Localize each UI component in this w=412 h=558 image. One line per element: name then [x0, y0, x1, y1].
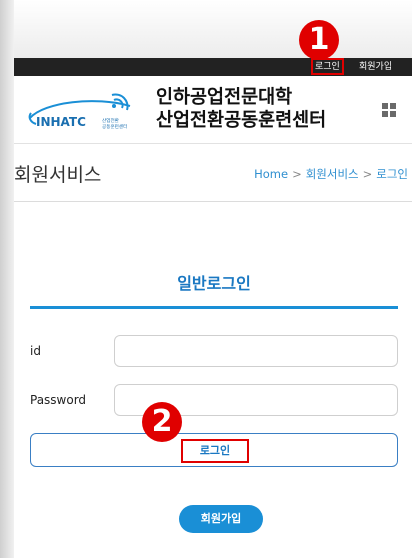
- breadcrumb-separator: >: [292, 167, 302, 181]
- page-subheader: 회원서비스 Home > 회원서비스 > 로그인: [14, 144, 412, 202]
- join-button[interactable]: 회원가입: [179, 505, 263, 533]
- login-button[interactable]: 로그인: [30, 433, 398, 467]
- window-shadow-top: [14, 0, 412, 58]
- site-header: INHATC 산업전환 공동훈련센터 인하공업전문대학 산업전환공동훈련센터: [14, 76, 412, 144]
- breadcrumb-home[interactable]: Home: [254, 167, 288, 181]
- site-title[interactable]: 인하공업전문대학 산업전환공동훈련센터: [156, 86, 326, 132]
- login-form: 일반로그인 id Password 로그인 회원가입: [30, 230, 398, 558]
- title-divider: [30, 306, 398, 309]
- utility-bar: 로그인 회원가입: [14, 58, 412, 76]
- breadcrumb-login[interactable]: 로그인: [376, 167, 408, 181]
- mobile-page: 로그인 회원가입 INHATC 산업전환 공동훈련센터 인하공업전문대학 산업전…: [14, 58, 412, 558]
- topbar-login-link[interactable]: 로그인: [311, 58, 344, 75]
- site-title-line2: 산업전환공동훈련센터: [156, 110, 327, 131]
- grid-menu-icon[interactable]: [382, 103, 396, 117]
- window-shadow-left: [0, 0, 14, 558]
- inhatc-logo[interactable]: INHATC 산업전환 공동훈련센터: [26, 86, 154, 132]
- login-form-title: 일반로그인: [177, 274, 251, 293]
- login-button-label: 로그인: [181, 439, 249, 463]
- page-title: 회원서비스: [14, 164, 102, 186]
- step-marker-2: 2: [142, 402, 182, 442]
- breadcrumb-separator: >: [362, 167, 373, 181]
- id-input[interactable]: [114, 335, 398, 367]
- breadcrumb-member-service[interactable]: 회원서비스: [306, 167, 359, 181]
- logo-subtext-2: 공동훈련센터: [102, 123, 127, 130]
- password-label: Password: [30, 393, 87, 407]
- logo-wordmark: INHATC: [36, 115, 86, 129]
- site-title-line1: 인하공업전문대학: [156, 87, 293, 108]
- topbar-join-link[interactable]: 회원가입: [359, 61, 392, 73]
- breadcrumb: Home > 회원서비스 > 로그인: [254, 166, 408, 182]
- logo-subtext-1: 산업전환: [102, 117, 120, 124]
- id-label: id: [30, 344, 41, 358]
- step-marker-1: 1: [299, 20, 339, 60]
